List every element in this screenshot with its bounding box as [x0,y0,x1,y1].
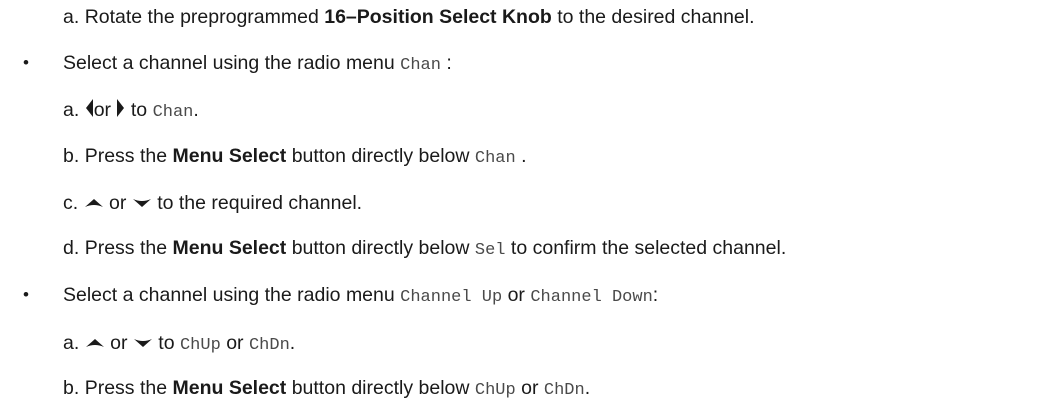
or-text: or [103,192,132,214]
step-text: Press the [84,145,173,167]
step-knob: a. Rotate the preprogrammed 16–Position … [63,5,755,29]
step-updown-a: a. or to ChUp or ChDn. [63,330,295,358]
bullet-text: : [652,284,659,306]
step-text: to the desired channel. [551,6,755,28]
or-text: or [93,99,112,121]
menu-code-chdn: ChDn [248,336,290,355]
step-marker: a. [63,6,80,28]
step-text: to confirm the selected channel. [505,237,787,259]
menu-code-sel: Sel [474,241,506,260]
or-text: or [220,332,249,354]
bullet-chan: • [23,53,29,72]
bullet-text: : [440,52,452,74]
step-text: to the required channel. [151,192,363,214]
step-text: Press the [84,377,173,399]
bullet-text-updown: Select a channel using the radio menu Ch… [63,283,658,310]
menu-select-label: Menu Select [172,237,287,259]
menu-code-chan: Chan [474,149,516,168]
step-marker: d. [63,237,80,259]
step-text: . [193,99,199,121]
menu-code-chup: ChUp [179,336,221,355]
bullet-text: Select a channel using the radio menu [63,52,401,74]
menu-select-label: Menu Select [172,377,287,399]
down-arrow-icon [132,190,152,214]
up-arrow-icon [85,330,105,354]
step-text: to [125,99,153,121]
menu-code-chan: Chan [400,56,441,75]
up-arrow-icon [84,190,104,214]
menu-code-chdn: ChDn [543,381,585,400]
bullet-updown: • [23,285,29,304]
step-chan-b: b. Press the Menu Select button directly… [63,144,527,171]
knob-label: 16–Position Select Knob [324,6,552,28]
step-chan-a: a. or to Chan. [63,98,199,125]
step-updown-b: b. Press the Menu Select button directly… [63,376,590,403]
step-text: to [152,332,180,354]
menu-code-channel-up: Channel Up [400,288,503,307]
step-chan-c: c. or to the required channel. [63,190,362,215]
step-text: Press the [84,237,173,259]
menu-select-label: Menu Select [172,145,287,167]
step-marker: c. [63,192,79,214]
step-text: Rotate the preprogrammed [84,6,325,28]
step-text: button directly below [286,145,475,167]
step-text: . [289,332,296,354]
step-text: button directly below [286,237,475,259]
step-chan-d: d. Press the Menu Select button directly… [63,236,786,263]
menu-code-chan: Chan [152,103,194,122]
menu-code-channel-down: Channel Down [530,288,653,307]
step-text: . [584,377,591,399]
bullet-text-chan: Select a channel using the radio menu Ch… [63,51,452,78]
step-text: button directly below [286,377,475,399]
or-text: or [515,377,544,399]
step-marker: a. [63,99,80,121]
step-marker: b. [63,145,80,167]
bullet-text: Select a channel using the radio menu [63,284,401,306]
or-text: or [104,332,133,354]
step-marker: a. [63,332,80,354]
step-text: . [515,145,527,167]
or-text: or [502,284,531,306]
menu-code-chup: ChUp [474,381,516,400]
left-arrow-icon [85,98,94,124]
step-marker: b. [63,377,80,399]
down-arrow-icon [133,330,153,354]
